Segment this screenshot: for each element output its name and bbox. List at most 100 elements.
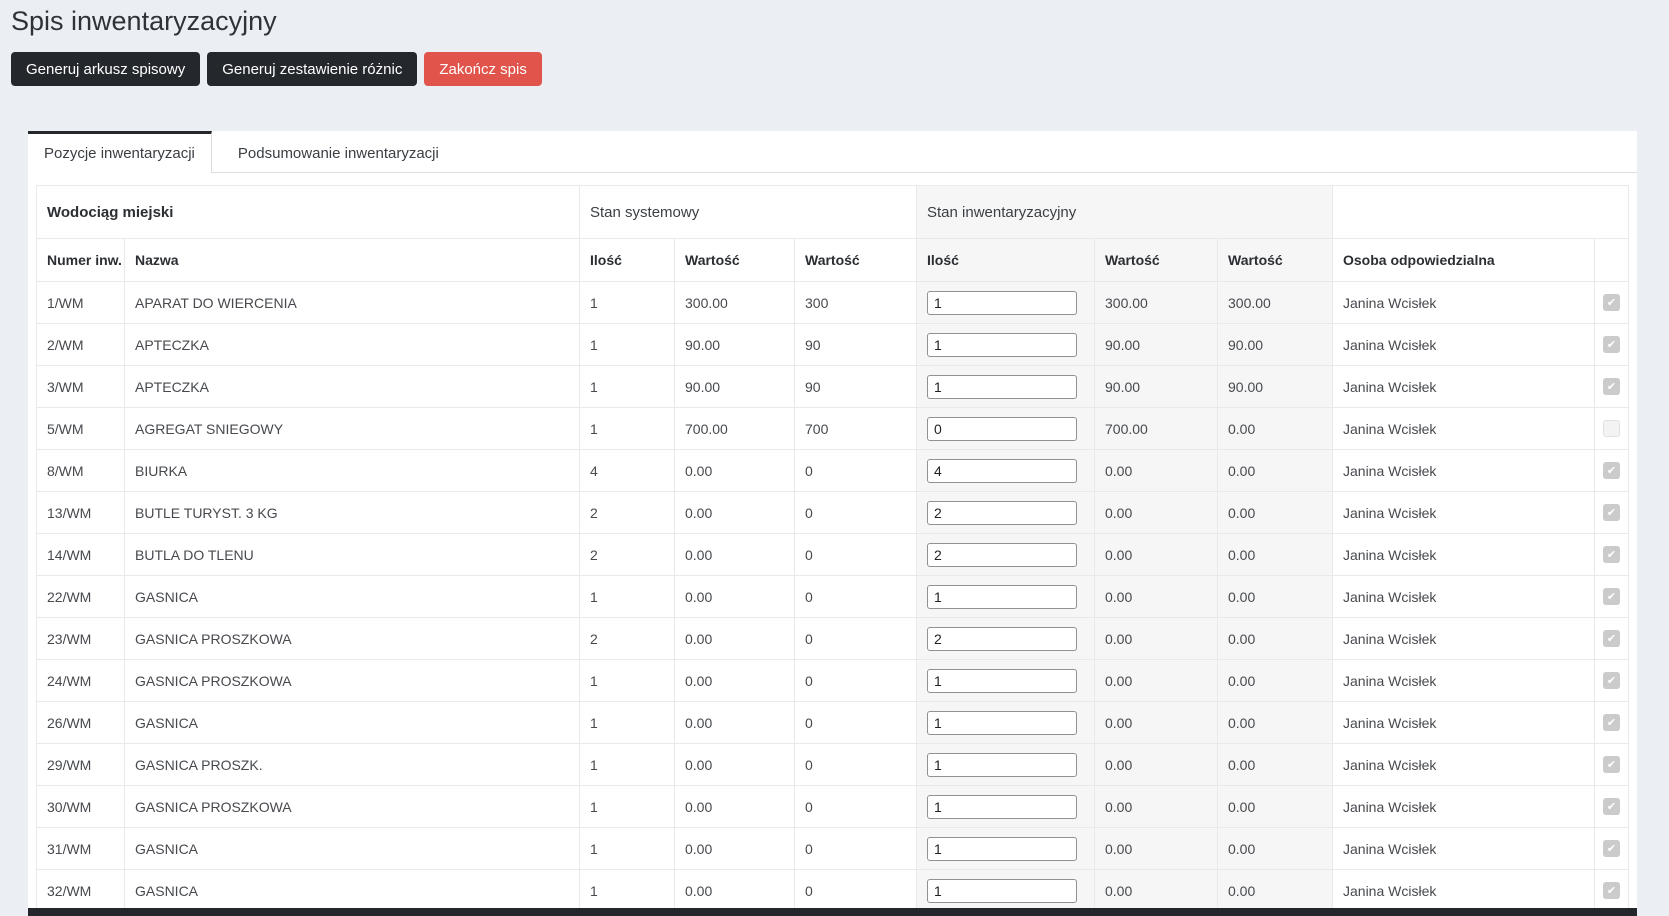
row-checkbox-checked[interactable] <box>1603 630 1620 648</box>
inventory-qty-input[interactable] <box>927 836 1077 861</box>
table-row: 24/WMGASNICA PROSZKOWA10.0000.000.00Jani… <box>36 659 1629 702</box>
cell-nazwa: APTECZKA <box>124 365 580 408</box>
table-row: 26/WMGASNICA10.0000.000.00Janina Wcisłek <box>36 701 1629 744</box>
row-checkbox-checked[interactable] <box>1603 294 1620 312</box>
generate-differences-report-button[interactable]: Generuj zestawienie różnic <box>207 52 418 86</box>
inventory-qty-input[interactable] <box>927 458 1077 483</box>
inventory-qty-input[interactable] <box>927 752 1077 777</box>
cell-inv-wartosc-1: 0.00 <box>1094 617 1218 660</box>
cell-sys-wartosc-2: 0 <box>794 659 917 702</box>
cell-osoba-odpowiedzialna: Janina Wcisłek <box>1332 827 1595 870</box>
cell-nazwa: BUTLE TURYST. 3 KG <box>124 491 580 534</box>
inventory-qty-input[interactable] <box>927 878 1077 903</box>
cell-nazwa: AGREGAT SNIEGOWY <box>124 407 580 450</box>
cell-inv-ilosc <box>916 701 1095 744</box>
tab-inventory-items[interactable]: Pozycje inwentaryzacji <box>28 131 212 173</box>
row-checkbox-checked[interactable] <box>1603 588 1620 606</box>
column-header-row: Numer inw. Nazwa Ilość Wartość Wartość I… <box>36 238 1629 282</box>
cell-nazwa: APTECZKA <box>124 323 580 366</box>
cell-inv-ilosc <box>916 323 1095 366</box>
row-checkbox-checked[interactable] <box>1603 798 1620 816</box>
group-header-row: Wodociąg miejski Stan systemowy Stan inw… <box>36 185 1629 239</box>
cell-numer-inw: 26/WM <box>36 701 125 744</box>
cell-sys-wartosc-2: 90 <box>794 323 917 366</box>
cell-sys-wartosc-2: 0 <box>794 701 917 744</box>
col-header-sys-ilosc: Ilość <box>579 238 675 282</box>
row-checkbox-checked[interactable] <box>1603 672 1620 690</box>
cell-inv-ilosc <box>916 575 1095 618</box>
cell-inv-wartosc-2: 0.00 <box>1217 449 1333 492</box>
inventory-qty-input[interactable] <box>927 794 1077 819</box>
cell-checkbox <box>1594 407 1629 450</box>
group-header-inventory-state: Stan inwentaryzacyjny <box>916 185 1333 239</box>
row-checkbox-checked[interactable] <box>1603 336 1620 354</box>
cell-osoba-odpowiedzialna: Janina Wcisłek <box>1332 617 1595 660</box>
cell-numer-inw: 32/WM <box>36 869 125 912</box>
cell-nazwa: GASNICA PROSZKOWA <box>124 659 580 702</box>
cell-nazwa: GASNICA <box>124 869 580 912</box>
cell-inv-wartosc-1: 0.00 <box>1094 659 1218 702</box>
finish-inventory-button[interactable]: Zakończ spis <box>424 52 542 86</box>
tab-bar: Pozycje inwentaryzacji Podsumowanie inwe… <box>28 131 1637 173</box>
cell-inv-ilosc <box>916 449 1095 492</box>
cell-inv-wartosc-2: 0.00 <box>1217 785 1333 828</box>
group-header-system-state: Stan systemowy <box>579 185 917 239</box>
cell-sys-wartosc-2: 0 <box>794 617 917 660</box>
cell-sys-wartosc-1: 300.00 <box>674 281 795 324</box>
table-row: 30/WMGASNICA PROSZKOWA10.0000.000.00Jani… <box>36 785 1629 828</box>
cell-nazwa: GASNICA <box>124 575 580 618</box>
inventory-qty-input[interactable] <box>927 626 1077 651</box>
inventory-qty-input[interactable] <box>927 542 1077 567</box>
cell-sys-wartosc-2: 90 <box>794 365 917 408</box>
row-checkbox-checked[interactable] <box>1603 546 1620 564</box>
cell-sys-wartosc-2: 0 <box>794 743 917 786</box>
cell-checkbox <box>1594 659 1629 702</box>
cell-sys-wartosc-1: 0.00 <box>674 701 795 744</box>
cell-sys-wartosc-1: 0.00 <box>674 743 795 786</box>
row-checkbox-checked[interactable] <box>1603 882 1620 900</box>
row-checkbox-checked[interactable] <box>1603 378 1620 396</box>
col-header-checkbox <box>1594 238 1629 282</box>
cell-inv-wartosc-2: 0.00 <box>1217 491 1333 534</box>
row-checkbox-checked[interactable] <box>1603 756 1620 774</box>
inventory-qty-input[interactable] <box>927 584 1077 609</box>
row-checkbox-unchecked[interactable] <box>1603 420 1620 438</box>
cell-sys-wartosc-1: 0.00 <box>674 533 795 576</box>
inventory-qty-input[interactable] <box>927 374 1077 399</box>
table-row: 31/WMGASNICA10.0000.000.00Janina Wcisłek <box>36 827 1629 870</box>
inventory-qty-input[interactable] <box>927 500 1077 525</box>
bottom-edge-bar <box>28 908 1637 916</box>
inventory-qty-input[interactable] <box>927 332 1077 357</box>
cell-inv-wartosc-2: 0.00 <box>1217 575 1333 618</box>
cell-sys-wartosc-2: 0 <box>794 491 917 534</box>
cell-inv-ilosc <box>916 617 1095 660</box>
cell-checkbox <box>1594 701 1629 744</box>
cell-sys-ilosc: 1 <box>579 575 675 618</box>
col-header-inv-wartosc-1: Wartość <box>1094 238 1218 282</box>
cell-sys-wartosc-1: 0.00 <box>674 449 795 492</box>
row-checkbox-checked[interactable] <box>1603 840 1620 858</box>
cell-inv-wartosc-2: 90.00 <box>1217 323 1333 366</box>
table-row: 14/WMBUTLA DO TLENU20.0000.000.00Janina … <box>36 533 1629 576</box>
inventory-qty-input[interactable] <box>927 668 1077 693</box>
cell-sys-wartosc-2: 0 <box>794 827 917 870</box>
cell-sys-wartosc-2: 0 <box>794 575 917 618</box>
row-checkbox-checked[interactable] <box>1603 462 1620 480</box>
generate-inventory-sheet-button[interactable]: Generuj arkusz spisowy <box>11 52 201 86</box>
cell-nazwa: APARAT DO WIERCENIA <box>124 281 580 324</box>
inventory-qty-input[interactable] <box>927 710 1077 735</box>
cell-inv-ilosc <box>916 827 1095 870</box>
row-checkbox-checked[interactable] <box>1603 504 1620 522</box>
tab-inventory-summary[interactable]: Podsumowanie inwentaryzacji <box>212 131 465 172</box>
row-checkbox-checked[interactable] <box>1603 714 1620 732</box>
inventory-qty-input[interactable] <box>927 416 1077 441</box>
cell-sys-ilosc: 1 <box>579 869 675 912</box>
col-header-sys-wartosc-2: Wartość <box>794 238 917 282</box>
cell-inv-ilosc <box>916 365 1095 408</box>
table-row: 29/WMGASNICA PROSZK.10.0000.000.00Janina… <box>36 743 1629 786</box>
cell-sys-ilosc: 1 <box>579 743 675 786</box>
cell-checkbox <box>1594 533 1629 576</box>
col-header-sys-wartosc-1: Wartość <box>674 238 795 282</box>
table-row: 23/WMGASNICA PROSZKOWA20.0000.000.00Jani… <box>36 617 1629 660</box>
inventory-qty-input[interactable] <box>927 290 1077 315</box>
